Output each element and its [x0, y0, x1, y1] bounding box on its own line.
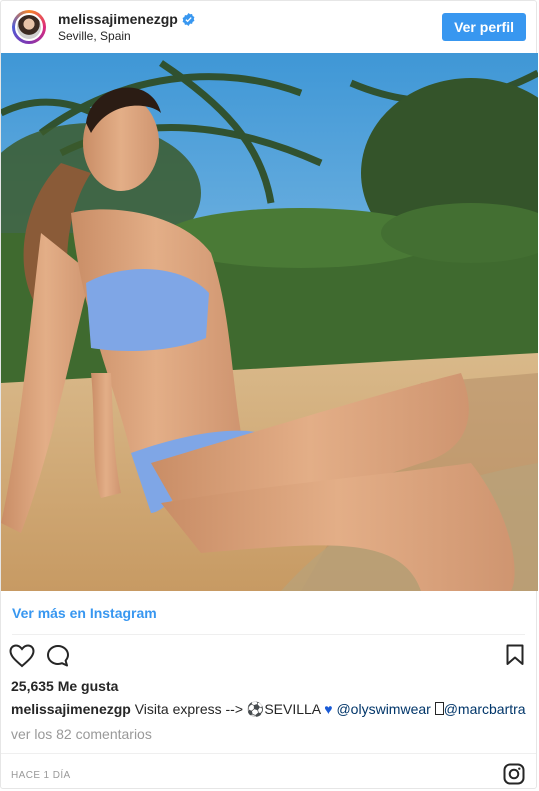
user-block: melissajimenezgp Seville, Spain [58, 11, 442, 43]
unknown-emoji-icon [434, 702, 444, 715]
like-count[interactable]: 25,635 Me gusta [11, 678, 118, 694]
post-photo[interactable] [1, 53, 538, 591]
soccer-ball-icon: ⚽ [246, 701, 265, 717]
caption: melissajimenezgp Visita express --> ⚽SEV… [11, 701, 528, 718]
view-more-on-instagram-link[interactable]: Ver más en Instagram [12, 605, 157, 621]
view-comments-link[interactable]: ver los 82 comentarios [11, 726, 152, 742]
instagram-logo-icon[interactable] [503, 763, 525, 785]
action-bar [9, 644, 524, 670]
avatar[interactable] [12, 10, 46, 44]
mention-link[interactable]: @olyswimwear [336, 701, 430, 717]
user-row: melissajimenezgp [58, 11, 442, 27]
heart-icon[interactable] [9, 644, 35, 668]
verified-badge-icon [182, 12, 195, 26]
bookmark-icon[interactable] [506, 644, 524, 666]
avatar-image [15, 13, 43, 41]
photo-illustration [1, 53, 538, 591]
post-timestamp[interactable]: HACE 1 DÍA [11, 770, 71, 781]
view-profile-button[interactable]: Ver perfil [442, 13, 526, 41]
divider [12, 634, 525, 635]
caption-text-1: Visita express --> [134, 701, 243, 717]
username-link[interactable]: melissajimenezgp [58, 11, 178, 27]
caption-text-2: SEVILLA [264, 701, 321, 717]
divider [1, 753, 536, 754]
comment-icon[interactable] [46, 644, 70, 668]
instagram-embed-card: melissajimenezgp Seville, Spain Ver perf… [0, 0, 538, 789]
mention-link-2[interactable]: @marcbartra [444, 701, 526, 717]
location-link[interactable]: Seville, Spain [58, 29, 442, 43]
post-header: melissajimenezgp Seville, Spain Ver perf… [1, 1, 536, 53]
caption-username[interactable]: melissajimenezgp [11, 701, 131, 717]
blue-heart-icon: ♥ [324, 701, 333, 717]
